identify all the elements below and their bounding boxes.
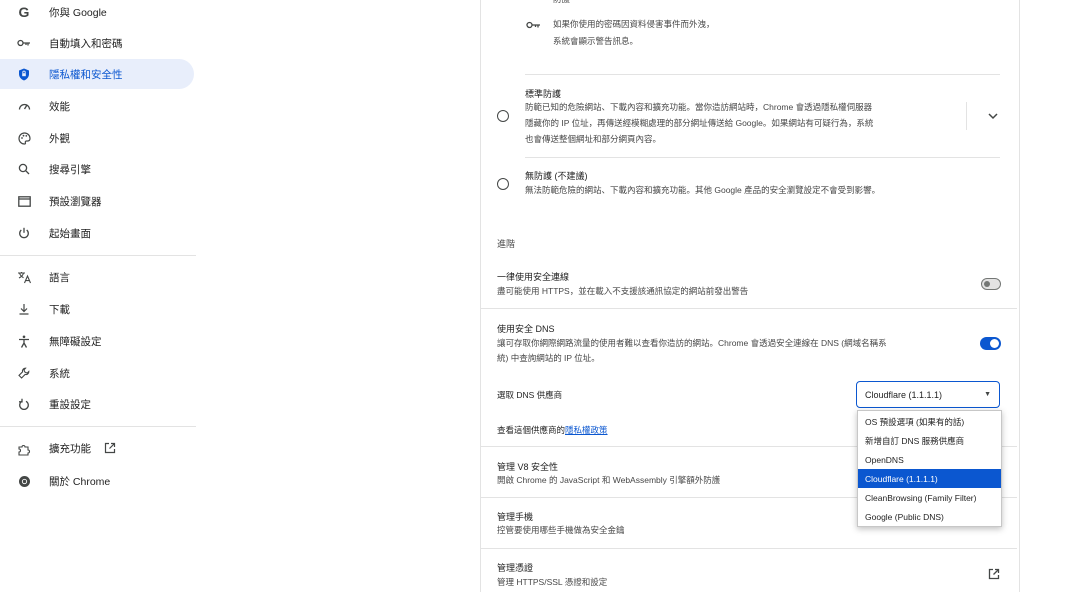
https-toggle[interactable]	[981, 278, 1001, 290]
translate-icon	[14, 267, 34, 287]
dns-option[interactable]: 新增自訂 DNS 服務供應商	[858, 431, 1001, 450]
sidebar-item-label: 效能	[49, 100, 70, 113]
speedometer-icon	[14, 96, 34, 116]
secure-dns-line2: 統) 中查詢網站的 IP 位址。	[497, 353, 600, 363]
sidebar-item-search-engine[interactable]: 搜尋引擎	[0, 154, 194, 184]
sidebar-item-reset-settings[interactable]: 重設設定	[0, 389, 194, 419]
v8-title: 管理 V8 安全性	[497, 462, 559, 472]
sidebar-item-label: 擴充功能	[49, 441, 116, 457]
secure-dns-title: 使用安全 DNS	[497, 324, 555, 334]
sidebar-item-label: 隱私權和安全性	[49, 68, 123, 81]
shield-icon	[14, 64, 34, 84]
puzzle-icon	[14, 439, 34, 459]
sidebar-item-label: 語言	[49, 271, 70, 284]
key-icon	[526, 20, 541, 33]
key-icon	[14, 33, 34, 53]
open-in-new-icon[interactable]	[988, 568, 1000, 583]
sidebar-item-privacy-security[interactable]: 隱私權和安全性	[0, 59, 194, 89]
standard-protection-radio[interactable]	[497, 110, 509, 122]
search-icon	[14, 159, 34, 179]
accessibility-icon	[14, 331, 34, 351]
secure-dns-line1: 讓可存取你網際網路流量的使用者難以查看你造訪的網站。Chrome 會透過安全連線…	[497, 338, 887, 348]
standard-protection-line1: 防範已知的危險網站、下載內容和擴充功能。當你造訪網站時，Chrome 會透過隱私…	[525, 102, 873, 112]
download-icon	[14, 299, 34, 319]
https-desc: 盡可能使用 HTTPS，並在載入不支援該通訊協定的網站前發出警告	[497, 286, 749, 296]
sidebar-item-about-chrome[interactable]: 關於 Chrome	[0, 466, 194, 496]
sidebar-item-performance[interactable]: 效能	[0, 91, 194, 121]
sidebar-item-label: 關於 Chrome	[49, 475, 111, 488]
sidebar-item-label: 外觀	[49, 132, 70, 145]
sidebar-divider	[0, 426, 196, 427]
sidebar-item-label: 重設設定	[49, 398, 91, 411]
dns-option[interactable]: CleanBrowsing (Family Filter)	[858, 488, 1001, 507]
sidebar-item-languages[interactable]: 語言	[0, 262, 194, 292]
sidebar-item-label: 自動填入和密碼	[49, 37, 123, 50]
sidebar-item-label: 無障礙設定	[49, 335, 102, 348]
v8-desc: 開啟 Chrome 的 JavaScript 和 WebAssembly 引擎額…	[497, 475, 721, 485]
sidebar-item-label: 你與 Google	[49, 6, 107, 19]
phones-title: 管理手機	[497, 512, 534, 522]
dns-option-selected[interactable]: Cloudflare (1.1.1.1)	[858, 469, 1001, 488]
dns-provider-selected-value: Cloudflare (1.1.1.1)	[865, 389, 943, 400]
dns-option[interactable]: Google (Public DNS)	[858, 507, 1001, 526]
sidebar-item-label: 下載	[49, 303, 70, 316]
divider	[966, 102, 967, 130]
password-warning-line1: 如果你使用的密碼因資料侵害事件而外洩，	[553, 19, 715, 29]
sidebar-item-autofill[interactable]: 自動填入和密碼	[0, 28, 194, 58]
sidebar-divider	[0, 255, 196, 256]
sidebar-item-you-and-google[interactable]: G 你與 Google	[0, 0, 194, 27]
sidebar-item-label: 系統	[49, 367, 70, 380]
divider	[525, 157, 1000, 158]
phones-desc: 控管要使用哪些手機做為安全金鑰	[497, 525, 625, 535]
divider	[525, 74, 1000, 75]
privacy-policy-link[interactable]: 隱私權政策	[565, 425, 608, 435]
dns-option[interactable]: OpenDNS	[858, 450, 1001, 469]
power-icon	[14, 223, 34, 243]
dns-option[interactable]: OS 預設選項 (如果有的話)	[858, 412, 1001, 431]
cut-off-text: 防護	[553, 0, 570, 7]
chrome-icon	[14, 471, 34, 491]
advanced-heading: 進階	[497, 239, 516, 249]
sidebar-item-label: 搜尋引擎	[49, 163, 91, 176]
standard-protection-title: 標準防護	[525, 89, 562, 99]
no-protection-desc: 無法防範危險的網站、下載內容和擴充功能。其他 Google 產品的安全瀏覽設定不…	[525, 185, 881, 195]
reset-icon	[14, 394, 34, 414]
standard-protection-line2: 隱藏你的 IP 位址，再傳送經模糊處理的部分網址傳送給 Google。如果網站有…	[525, 118, 874, 128]
sidebar-item-default-browser[interactable]: 預設瀏覽器	[0, 186, 194, 216]
wrench-icon	[14, 363, 34, 383]
caret-down-icon: ▼	[984, 391, 991, 398]
open-in-new-icon	[104, 442, 116, 457]
sidebar-item-downloads[interactable]: 下載	[0, 294, 194, 324]
google-g-icon: G	[18, 4, 30, 20]
certs-title: 管理憑證	[497, 563, 534, 573]
dns-provider-dropdown: OS 預設選項 (如果有的話) 新增自訂 DNS 服務供應商 OpenDNS C…	[857, 410, 1002, 527]
divider	[481, 308, 1017, 309]
palette-icon	[14, 128, 34, 148]
chevron-down-icon[interactable]	[988, 112, 998, 123]
no-protection-radio[interactable]	[497, 178, 509, 190]
sidebar-item-label: 預設瀏覽器	[49, 195, 102, 208]
privacy-policy-prefix: 查看這個供應商的	[497, 425, 566, 435]
sidebar-item-system[interactable]: 系統	[0, 358, 194, 388]
secure-dns-toggle[interactable]	[980, 337, 1001, 350]
dns-provider-label: 選取 DNS 供應商	[497, 390, 563, 400]
dns-provider-select[interactable]: Cloudflare (1.1.1.1) ▼	[856, 381, 1000, 408]
sidebar-item-extensions[interactable]: 擴充功能	[0, 434, 194, 464]
settings-sidebar: G 你與 Google 自動填入和密碼 隱私權和安全性 效能 外觀 搜尋引擎 預…	[0, 0, 200, 592]
certs-desc: 管理 HTTPS/SSL 憑證和設定	[497, 577, 608, 587]
extensions-label-text: 擴充功能	[49, 443, 91, 456]
privacy-policy-row: 查看這個供應商的隱私權政策	[497, 423, 608, 438]
https-title: 一律使用安全連線	[497, 272, 570, 282]
browser-icon	[14, 191, 34, 211]
divider	[481, 548, 1017, 549]
no-protection-title: 無防護 (不建議)	[525, 171, 588, 181]
sidebar-item-label: 起始畫面	[49, 227, 91, 240]
password-warning-line2: 系統會顯示警告訊息。	[553, 36, 639, 46]
sidebar-item-accessibility[interactable]: 無障礙設定	[0, 326, 194, 356]
standard-protection-line3: 也會傳送整個網址和部分網頁內容。	[525, 134, 662, 144]
sidebar-item-on-startup[interactable]: 起始畫面	[0, 218, 194, 248]
sidebar-item-appearance[interactable]: 外觀	[0, 123, 194, 153]
